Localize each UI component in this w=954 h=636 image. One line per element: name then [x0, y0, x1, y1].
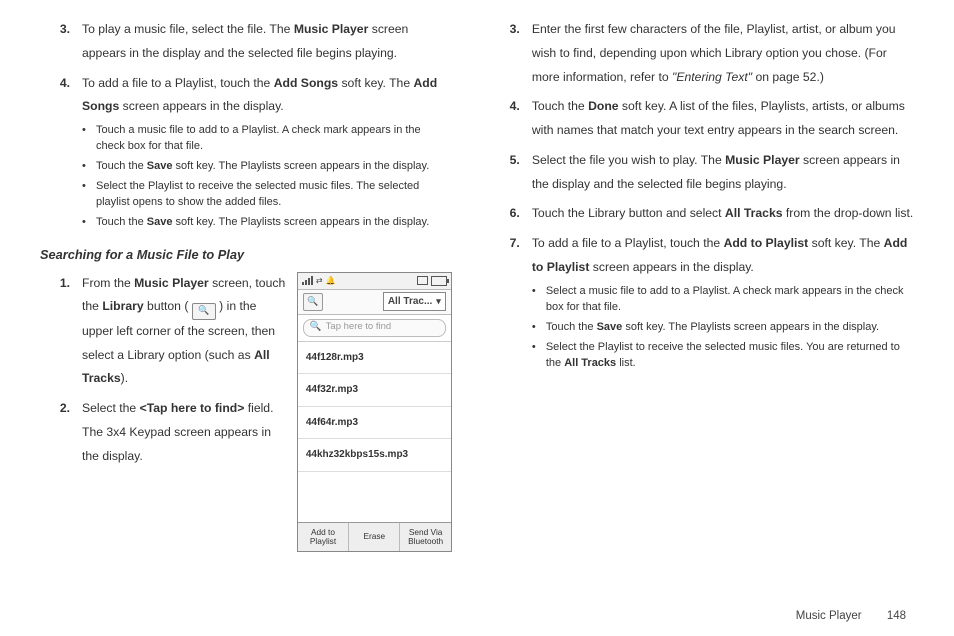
- step-number: 4.: [490, 95, 532, 143]
- softkey-erase[interactable]: Erase: [349, 523, 400, 551]
- bullet: •Touch the Save soft key. The Playlists …: [82, 215, 452, 231]
- bullet: •Touch the Save soft key. The Playlists …: [532, 320, 914, 336]
- file-item[interactable]: 44f64r.mp3: [298, 407, 451, 440]
- step-body: To add a file to a Playlist, touch the A…: [532, 232, 914, 377]
- magnifier-icon: 🔍: [307, 293, 318, 311]
- step-body: To add a file to a Playlist, touch the A…: [82, 72, 452, 237]
- phone-screenshot: ⇄ 🔔 🔍 All Trac... ▾: [297, 272, 452, 552]
- network-icon: ⇄: [316, 273, 323, 289]
- step-number: 6.: [490, 202, 532, 226]
- sub-bullets: •Touch a music file to add to a Playlist…: [82, 123, 452, 231]
- file-list: 44f128r.mp3 44f32r.mp3 44f64r.mp3 44khz3…: [298, 342, 451, 522]
- bullet: •Select the Playlist to receive the sele…: [82, 179, 452, 211]
- step-body: From the Music Player screen, touch the …: [82, 272, 287, 391]
- phone-search-row: 🔍 Tap here to find: [298, 315, 451, 342]
- chevron-down-icon: ▾: [436, 293, 441, 311]
- library-inline-icon: 🔍: [192, 303, 216, 320]
- footer-section: Music Player: [796, 610, 862, 622]
- softkey-bar: Add to Playlist Erase Send Via Bluetooth: [298, 522, 451, 551]
- softkey-send-bluetooth[interactable]: Send Via Bluetooth: [400, 523, 450, 551]
- list-item: 6. Touch the Library button and select A…: [490, 202, 914, 226]
- bullet: •Touch the Save soft key. The Playlists …: [82, 159, 452, 175]
- file-item[interactable]: 44f32r.mp3: [298, 374, 451, 407]
- bullet: •Select the Playlist to receive the sele…: [532, 340, 914, 372]
- step-number: 3.: [490, 18, 532, 89]
- phone-toolbar: 🔍 All Trac... ▾: [298, 290, 451, 315]
- list-item: 5. Select the file you wish to play. The…: [490, 149, 914, 197]
- step-number: 3.: [40, 18, 82, 66]
- step-number: 7.: [490, 232, 532, 377]
- step-body: Touch the Library button and select All …: [532, 202, 914, 226]
- list-item: 2. Select the <Tap here to find> field. …: [40, 397, 287, 468]
- list-item: 1. From the Music Player screen, touch t…: [40, 272, 287, 391]
- softkey-add-to-playlist[interactable]: Add to Playlist: [298, 523, 349, 551]
- step-number: 4.: [40, 72, 82, 237]
- search-placeholder: Tap here to find: [326, 318, 392, 337]
- bullet: •Select a music file to add to a Playlis…: [532, 284, 914, 316]
- page-content: 3. To play a music file, select the file…: [0, 0, 954, 610]
- list-item: 4. Touch the Done soft key. A list of th…: [490, 95, 914, 143]
- step-body: Select the file you wish to play. The Mu…: [532, 149, 914, 197]
- page-number: 148: [887, 610, 906, 622]
- battery-icon: [431, 276, 447, 286]
- library-button[interactable]: 🔍: [303, 293, 323, 311]
- step-body: Enter the first few characters of the fi…: [532, 18, 914, 89]
- left-column: 3. To play a music file, select the file…: [40, 18, 452, 600]
- step-number: 5.: [490, 149, 532, 197]
- magnifier-icon: 🔍: [310, 318, 322, 337]
- sound-icon: 🔔: [326, 273, 336, 289]
- text-with-figure: 1. From the Music Player screen, touch t…: [40, 272, 452, 552]
- phone-status-bar: ⇄ 🔔: [298, 273, 451, 290]
- sub-bullets: •Select a music file to add to a Playlis…: [532, 284, 914, 372]
- list-item: 3. Enter the first few characters of the…: [490, 18, 914, 89]
- card-icon: [417, 276, 428, 285]
- section-heading: Searching for a Music File to Play: [40, 243, 452, 268]
- right-column: 3. Enter the first few characters of the…: [490, 18, 914, 600]
- list-item: 7. To add a file to a Playlist, touch th…: [490, 232, 914, 377]
- magnifier-icon: 🔍: [198, 302, 209, 320]
- filter-dropdown[interactable]: All Trac... ▾: [383, 292, 446, 311]
- step-body: Touch the Done soft key. A list of the f…: [532, 95, 914, 143]
- text-column: 1. From the Music Player screen, touch t…: [40, 272, 287, 475]
- list-item: 4. To add a file to a Playlist, touch th…: [40, 72, 452, 237]
- signal-icon: [302, 276, 313, 285]
- search-input[interactable]: 🔍 Tap here to find: [303, 319, 446, 337]
- list-item: 3. To play a music file, select the file…: [40, 18, 452, 66]
- step-body: To play a music file, select the file. T…: [82, 18, 452, 66]
- page-footer: Music Player 148: [0, 610, 954, 630]
- step-body: Select the <Tap here to find> field. The…: [82, 397, 287, 468]
- bullet: •Touch a music file to add to a Playlist…: [82, 123, 452, 155]
- dropdown-label: All Trac...: [388, 292, 432, 312]
- file-item[interactable]: 44khz32kbps15s.mp3: [298, 439, 451, 472]
- step-number: 1.: [40, 272, 82, 391]
- step-number: 2.: [40, 397, 82, 468]
- file-item[interactable]: 44f128r.mp3: [298, 342, 451, 375]
